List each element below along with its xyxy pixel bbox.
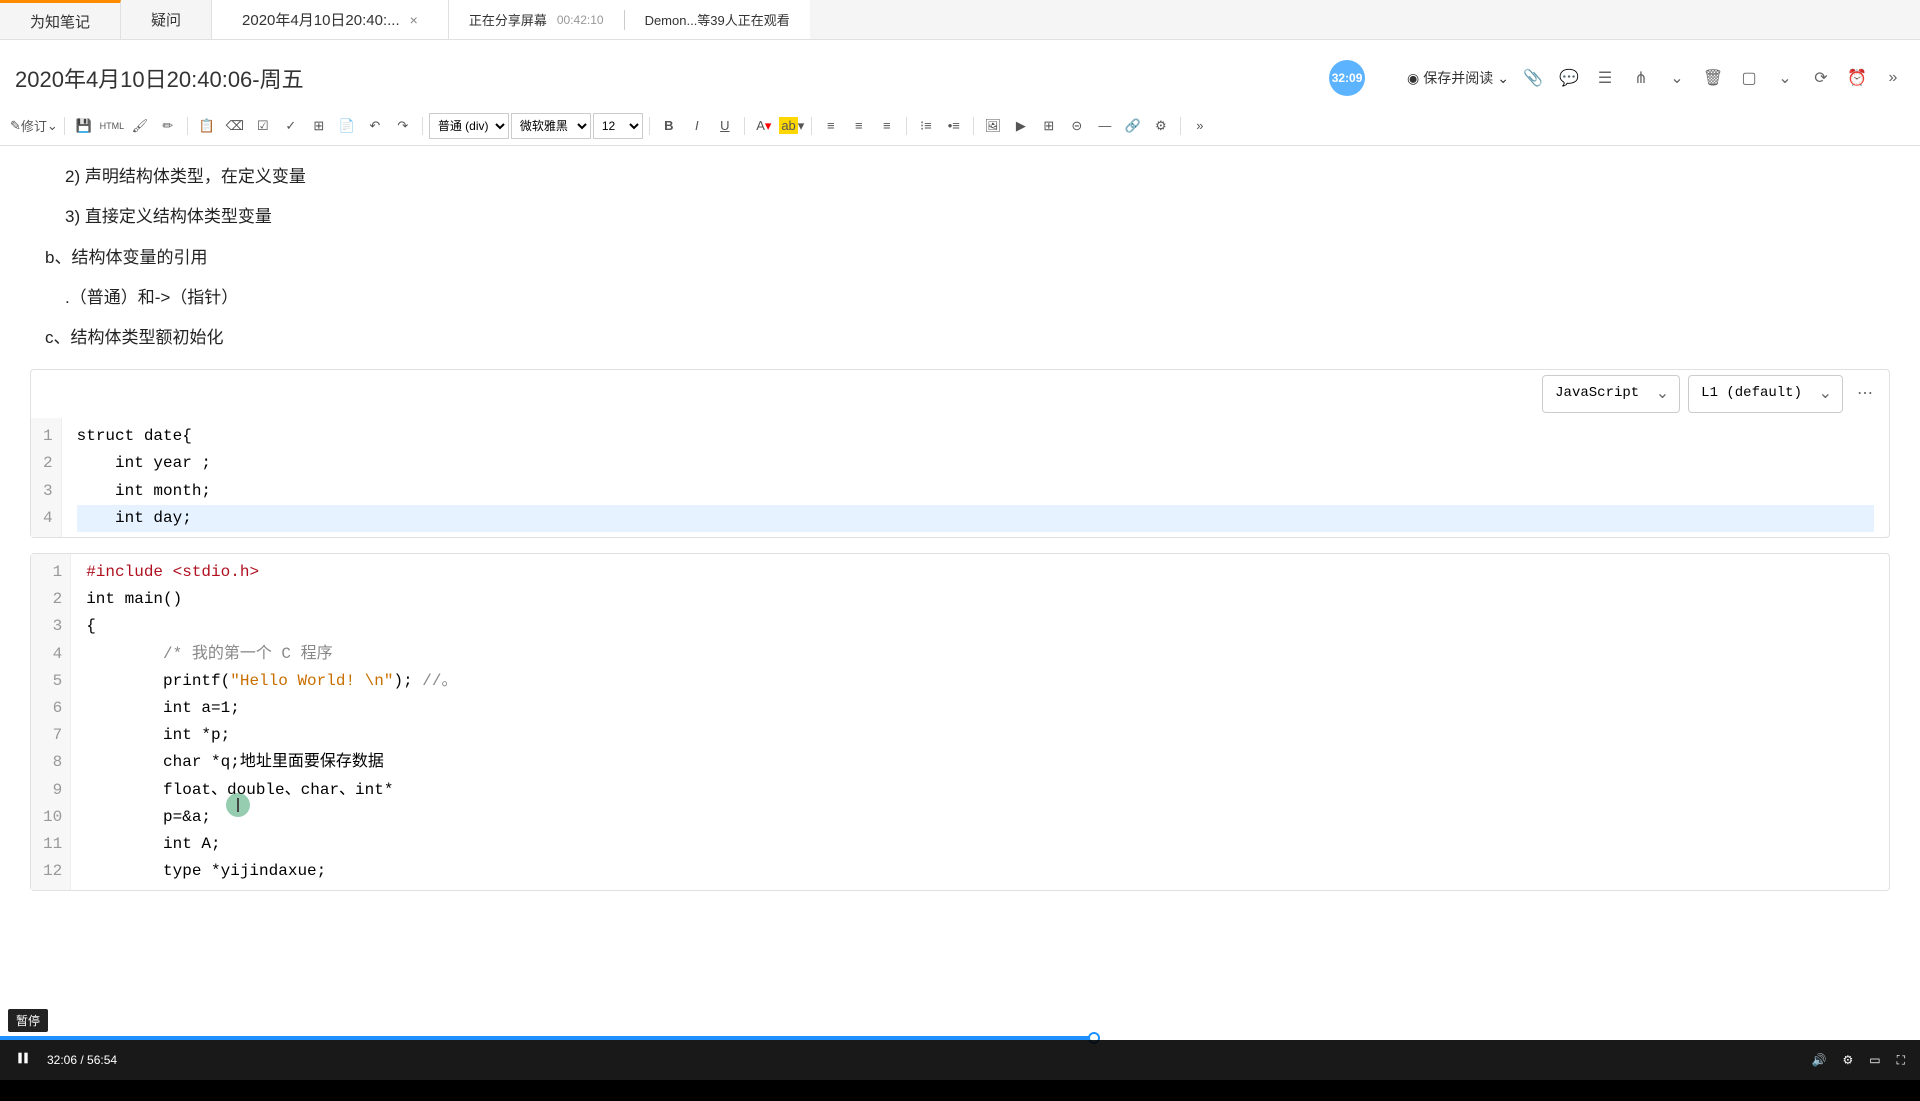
code-line[interactable]: int main() — [86, 586, 1874, 613]
align-center-icon[interactable]: ≡ — [846, 113, 872, 139]
code-line[interactable]: int a=1; — [86, 695, 1874, 722]
line-gutter: 1234 — [31, 418, 62, 537]
chevron-down-icon: ⌄ — [1497, 70, 1509, 87]
code-line[interactable]: printf("Hello World! \n"); //。 — [86, 668, 1874, 695]
code-line[interactable]: struct date{ — [77, 423, 1874, 450]
code-line[interactable]: { — [86, 613, 1874, 640]
tab-document[interactable]: 2020年4月10日20:40:... × — [212, 0, 449, 39]
toolbar-more-button[interactable]: » — [1187, 113, 1213, 139]
text-line[interactable]: c、结构体类型额初始化 — [30, 322, 1890, 354]
check-icon[interactable]: ☑ — [250, 113, 276, 139]
text-line[interactable]: 3) 直接定义结构体类型变量 — [30, 201, 1890, 233]
list-icon[interactable]: ☰ — [1593, 66, 1617, 90]
code-line[interactable]: p=&a; — [86, 804, 1874, 831]
size-select[interactable]: 12 — [593, 113, 643, 139]
page-icon[interactable]: 📄 — [334, 113, 360, 139]
refresh-icon[interactable]: ⟳ — [1809, 66, 1833, 90]
code-block-2[interactable]: 123456789101112 #include <stdio.h>int ma… — [30, 553, 1890, 891]
align-right-icon[interactable]: ≡ — [874, 113, 900, 139]
comment-icon[interactable]: 💬 — [1557, 66, 1581, 90]
underline-button[interactable]: U — [712, 113, 738, 139]
play-pause-button[interactable] — [15, 1050, 35, 1070]
code-line[interactable]: int year ; — [77, 450, 1874, 477]
tab-wiznote[interactable]: 为知笔记 — [0, 0, 121, 39]
table-icon[interactable]: ⊞ — [306, 113, 332, 139]
code-line[interactable]: /* 我的第一个 C 程序 — [86, 641, 1874, 668]
font-select[interactable]: 微软雅黑 — [511, 113, 591, 139]
page-title: 2020年4月10日20:40:06-周五 — [15, 62, 304, 94]
image-icon[interactable]: 🖼 — [980, 113, 1006, 139]
code-more-icon[interactable]: ⋯ — [1851, 380, 1879, 408]
clear-format-icon[interactable]: ⌫ — [222, 113, 248, 139]
bg-color-button[interactable]: ab▾ — [779, 113, 805, 139]
ordered-list-icon[interactable]: ⁝≡ — [913, 113, 939, 139]
delete-icon[interactable]: 🗑 — [1701, 66, 1725, 90]
tab-close-icon[interactable]: × — [410, 12, 418, 28]
code-line[interactable]: float、double、char、int* — [86, 777, 1874, 804]
line-gutter: 123456789101112 — [31, 554, 71, 890]
text-color-button[interactable]: A▾ — [751, 113, 777, 139]
text-line[interactable]: 2) 声明结构体类型，在定义变量 — [30, 161, 1890, 193]
share-viewers: Demon...等39人正在观看 — [645, 10, 790, 29]
video-icon[interactable]: ▶ — [1008, 113, 1034, 139]
save-icon[interactable]: 💾 — [71, 113, 97, 139]
share-status: 正在分享屏幕 — [469, 10, 547, 29]
hr2-icon[interactable]: — — [1092, 113, 1118, 139]
save-and-read-button[interactable]: ◉ 保存并阅读 ⌄ — [1407, 68, 1509, 88]
code-line[interactable]: int A; — [86, 831, 1874, 858]
book-icon[interactable]: ▢ — [1737, 66, 1761, 90]
tab-question[interactable]: 疑问 — [121, 0, 212, 39]
text-line[interactable]: b、结构体变量的引用 — [30, 242, 1890, 274]
table-insert-icon[interactable]: ⊞ — [1036, 113, 1062, 139]
code-block-1[interactable]: JavaScript L1 (default) ⋯ 1234 struct da… — [30, 369, 1890, 538]
video-controls: 32:06 / 56:54 🔊 ⚙ ▭ ⛶ — [0, 1040, 1920, 1080]
share-icon[interactable]: ⋔ — [1629, 66, 1653, 90]
volume-icon[interactable]: 🔊 — [1812, 1053, 1827, 1067]
align-left-icon[interactable]: ≡ — [818, 113, 844, 139]
brush-icon[interactable]: 🖌 — [127, 113, 153, 139]
attachment-icon[interactable]: 📎 — [1521, 66, 1545, 90]
edit-mode-button[interactable]: ✎ 修订 ⌄ — [10, 113, 58, 139]
share-info: 正在分享屏幕 00:42:10 Demon...等39人正在观看 — [449, 0, 810, 39]
code-line[interactable]: int *p; — [86, 722, 1874, 749]
format-select[interactable]: 普通 (div) — [429, 113, 509, 139]
html-button[interactable]: HTML — [99, 113, 125, 139]
theater-icon[interactable]: ▭ — [1869, 1053, 1880, 1067]
paste-icon[interactable]: 📋 — [194, 113, 220, 139]
alarm-icon[interactable]: ⏰ — [1845, 66, 1869, 90]
gear-icon[interactable]: ⚙ — [1148, 113, 1174, 139]
editor-toolbar: ✎ 修订 ⌄ 💾 HTML 🖌 ✏ 📋 ⌫ ☑ ✓ ⊞ 📄 ↶ ↷ 普通 (di… — [0, 106, 1920, 146]
redo-icon[interactable]: ↷ — [390, 113, 416, 139]
share-timer: 00:42:10 — [557, 13, 604, 27]
pencil-icon[interactable]: ✏ — [155, 113, 181, 139]
time-badge: 32:09 — [1329, 60, 1365, 96]
tab-select[interactable]: L1 (default) — [1688, 375, 1843, 413]
chevron-down-icon[interactable]: ⌄ — [1773, 66, 1797, 90]
editor-content[interactable]: 2) 声明结构体类型，在定义变量 3) 直接定义结构体类型变量 b、结构体变量的… — [0, 146, 1920, 1101]
checkbox-icon[interactable]: ✓ — [278, 113, 304, 139]
video-time: 32:06 / 56:54 — [47, 1053, 117, 1067]
fullscreen-icon[interactable]: ⛶ — [1897, 1053, 1905, 1068]
code-line[interactable]: char *q;地址里面要保存数据 — [86, 749, 1874, 776]
code-line[interactable]: int month; — [77, 478, 1874, 505]
more-icon[interactable]: » — [1881, 66, 1905, 90]
settings-icon[interactable]: ⚙ — [1842, 1053, 1853, 1067]
code-line[interactable]: int day; — [77, 505, 1874, 532]
hr-icon[interactable]: ⊝ — [1064, 113, 1090, 139]
italic-button[interactable]: I — [684, 113, 710, 139]
code-line[interactable]: #include <stdio.h> — [86, 559, 1874, 586]
tab-bar: 为知笔记 疑问 2020年4月10日20:40:... × 正在分享屏幕 00:… — [0, 0, 1920, 40]
chevron-down-icon[interactable]: ⌄ — [1665, 66, 1689, 90]
eye-icon: ◉ — [1407, 70, 1419, 87]
pause-tooltip: 暂停 — [8, 1009, 48, 1032]
undo-icon[interactable]: ↶ — [362, 113, 388, 139]
text-line[interactable]: .（普通）和->（指针） — [30, 282, 1890, 314]
code-line[interactable]: type *yijindaxue; — [86, 858, 1874, 885]
unordered-list-icon[interactable]: •≡ — [941, 113, 967, 139]
bold-button[interactable]: B — [656, 113, 682, 139]
link-icon[interactable]: 🔗 — [1120, 113, 1146, 139]
language-select[interactable]: JavaScript — [1542, 375, 1680, 413]
